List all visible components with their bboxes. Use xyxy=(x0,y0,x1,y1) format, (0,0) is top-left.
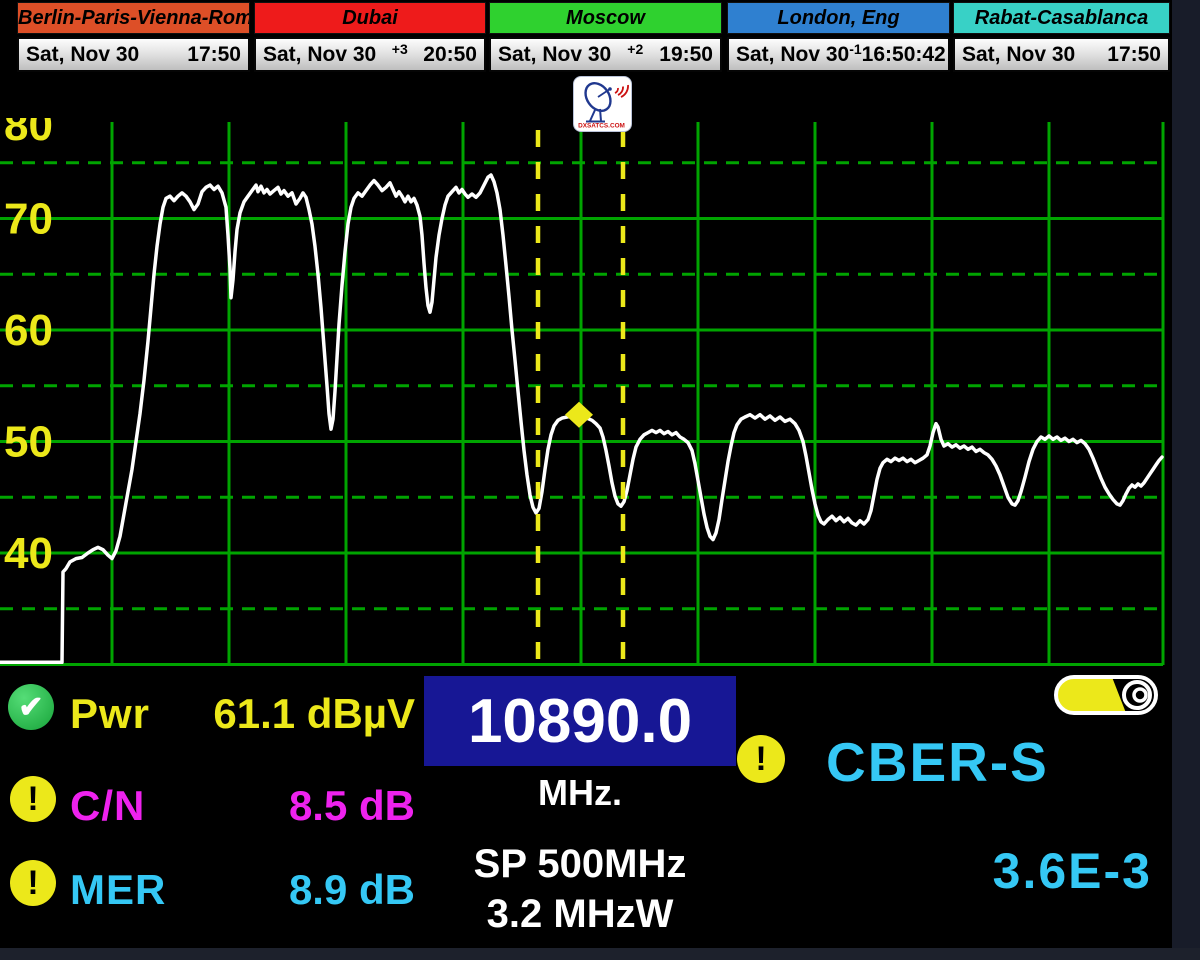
battery-icon xyxy=(1054,675,1160,715)
clock-date-row: Sat, Nov 30 +3 20:50 xyxy=(254,37,486,72)
pwr-ok-check-icon: ✔ xyxy=(8,684,54,730)
city-tab: Moscow xyxy=(489,2,722,34)
svg-text:70: 70 xyxy=(4,195,53,244)
clock-date-row: Sat, Nov 30 -1 16:50:42 xyxy=(727,37,950,72)
clock-col-london: London, Eng Sat, Nov 30 -1 16:50:42 xyxy=(727,2,950,72)
dxsatcs-logo: DXSATCS.COM xyxy=(573,76,632,132)
center-frequency-field[interactable]: 10890.0 xyxy=(424,676,736,766)
span-readout: SP 500MHz xyxy=(404,842,756,887)
svg-text:60: 60 xyxy=(4,306,53,355)
logo-caption: DXSATCS.COM xyxy=(578,123,625,130)
mer-warning-icon: ! xyxy=(10,860,56,906)
cn-value: 8.5 dB xyxy=(150,782,415,830)
svg-text:50: 50 xyxy=(4,418,53,467)
frequency-unit: MHz. xyxy=(424,772,736,814)
cber-value: 3.6E-3 xyxy=(900,842,1152,900)
cber-label: CBER-S xyxy=(826,730,1049,794)
city-tab: Berlin-Paris-Vienna-Roma xyxy=(17,2,250,34)
clock-time: 16:50:42 xyxy=(862,43,946,67)
clock-date: Sat, Nov 30 xyxy=(26,43,139,67)
utc-offset: -1 xyxy=(849,41,861,57)
satellite-dish-icon: DXSATCS.COM xyxy=(574,77,629,129)
svg-text:40: 40 xyxy=(4,529,53,578)
cn-label: C/N xyxy=(70,782,145,830)
mer-value: 8.9 dB xyxy=(150,866,415,914)
clock-time: 17:50 xyxy=(1107,43,1161,67)
clock-time: 19:50 xyxy=(659,43,713,67)
city-tab: London, Eng xyxy=(727,2,950,34)
spectrum-plot: 8070605040 xyxy=(0,72,1172,672)
clock-date: Sat, Nov 30 xyxy=(263,43,376,67)
city-tab: Dubai xyxy=(254,2,486,34)
pwr-value: 61.1 dBµV xyxy=(150,690,415,738)
clock-col-moscow: Moscow Sat, Nov 30 +2 19:50 xyxy=(489,2,722,72)
clock-date: Sat, Nov 30 xyxy=(962,43,1075,67)
cber-warning-icon: ! xyxy=(737,735,785,783)
clock-col-berlin: Berlin-Paris-Vienna-Roma Sat, Nov 30 17:… xyxy=(17,2,250,72)
clock-col-dubai: Dubai Sat, Nov 30 +3 20:50 xyxy=(254,2,486,72)
clock-date: Sat, Nov 30 xyxy=(736,43,849,67)
right-frame-strip xyxy=(1172,0,1200,948)
bottom-frame-strip xyxy=(0,948,1200,960)
city-tab: Rabat-Casablanca xyxy=(953,2,1170,34)
utc-offset: +3 xyxy=(392,41,408,57)
utc-offset: +2 xyxy=(627,41,643,57)
cn-warning-icon: ! xyxy=(10,776,56,822)
bandwidth-readout: 3.2 MHzW xyxy=(404,892,756,937)
clock-date-row: Sat, Nov 30 17:50 xyxy=(953,37,1170,72)
pwr-label: Pwr xyxy=(70,690,150,738)
clock-time: 17:50 xyxy=(187,43,241,67)
clock-col-rabat: Rabat-Casablanca Sat, Nov 30 17:50 xyxy=(953,2,1170,72)
center-frequency-value: 10890.0 xyxy=(468,686,692,757)
clock-date-row: Sat, Nov 30 +2 19:50 xyxy=(489,37,722,72)
clock-time: 20:50 xyxy=(423,43,477,67)
clock-date: Sat, Nov 30 xyxy=(498,43,611,67)
clock-date-row: Sat, Nov 30 17:50 xyxy=(17,37,250,72)
